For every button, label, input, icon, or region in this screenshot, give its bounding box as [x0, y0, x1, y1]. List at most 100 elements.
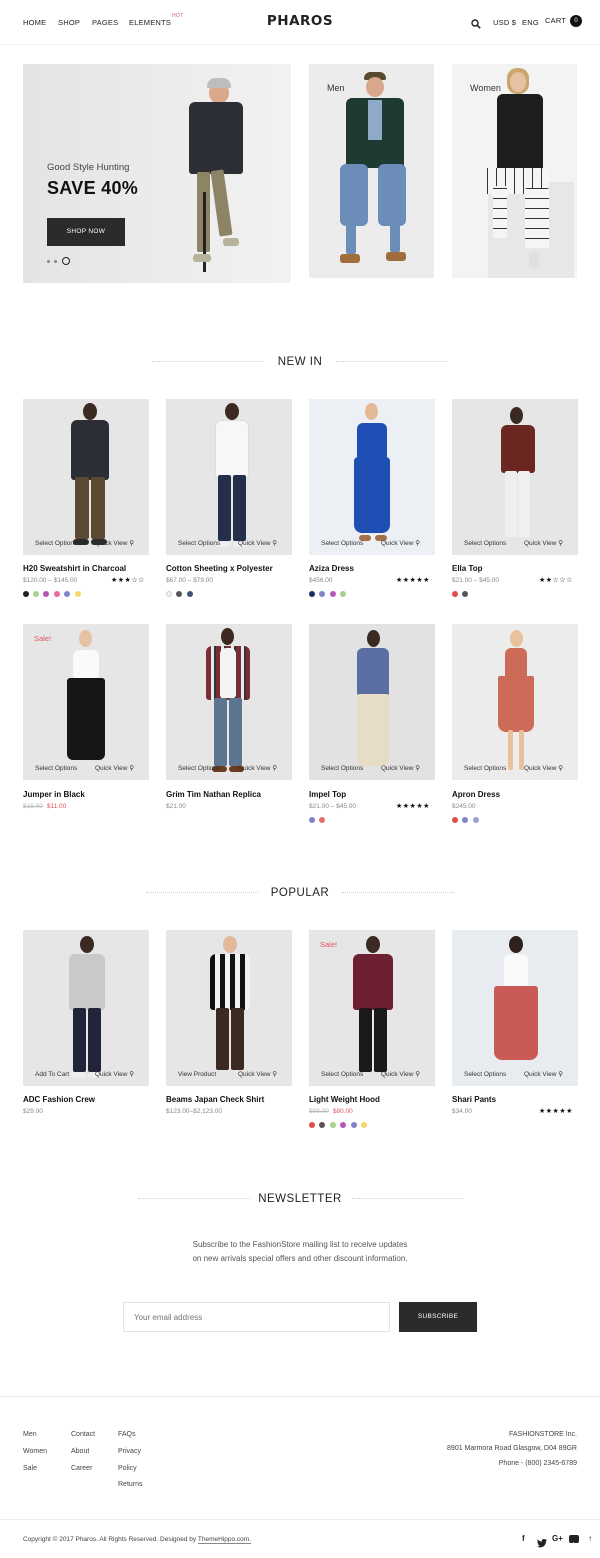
- quick-view-button[interactable]: Quick View ⚲: [381, 1070, 420, 1078]
- color-swatch[interactable]: [319, 817, 325, 823]
- product-name[interactable]: Impel Top: [309, 790, 346, 799]
- footer-link-returns[interactable]: Returns: [118, 1481, 143, 1488]
- color-swatch[interactable]: [351, 1122, 357, 1128]
- back-to-top-icon[interactable]: ↑: [588, 1534, 592, 1543]
- color-swatch[interactable]: [43, 591, 49, 597]
- quick-view-button[interactable]: Quick View ⚲: [238, 1070, 277, 1078]
- color-swatch[interactable]: [64, 591, 70, 597]
- product-image-ella-top[interactable]: Select Options Quick View ⚲: [452, 399, 578, 555]
- product-name[interactable]: Light Weight Hood: [309, 1095, 380, 1104]
- product-image-impel-top[interactable]: Select Options Quick View ⚲: [309, 624, 435, 780]
- color-swatch[interactable]: [75, 591, 81, 597]
- select-options-button[interactable]: Select Options: [464, 1071, 506, 1078]
- color-swatch[interactable]: [309, 591, 315, 597]
- cart-link[interactable]: CART 0: [545, 15, 583, 27]
- footer-link-contact[interactable]: Contact: [71, 1431, 95, 1438]
- select-options-button[interactable]: Select Options: [321, 765, 363, 772]
- quick-view-button[interactable]: Quick View ⚲: [238, 764, 277, 772]
- product-name[interactable]: Cotton Sheeting x Polyester: [166, 564, 273, 573]
- product-name[interactable]: Apron Dress: [452, 790, 500, 799]
- add-to-cart-button[interactable]: Add To Cart: [35, 1071, 69, 1078]
- twitter-icon[interactable]: [537, 1535, 547, 1548]
- slider-dot-1[interactable]: [47, 260, 50, 263]
- product-name[interactable]: Grim Tim Nathan Replica: [166, 790, 261, 799]
- quick-view-button[interactable]: Quick View ⚲: [95, 764, 134, 772]
- search-icon[interactable]: [471, 16, 481, 29]
- quick-view-button[interactable]: Quick View ⚲: [238, 539, 277, 547]
- color-swatch[interactable]: [462, 817, 468, 823]
- quick-view-button[interactable]: Quick View ⚲: [95, 1070, 134, 1078]
- language-select[interactable]: ENG: [522, 18, 539, 27]
- color-swatch[interactable]: [473, 817, 479, 823]
- color-swatch[interactable]: [330, 1122, 336, 1128]
- color-swatch[interactable]: [452, 817, 458, 823]
- select-options-button[interactable]: Select Options: [35, 765, 77, 772]
- color-swatch[interactable]: [33, 591, 39, 597]
- color-swatch[interactable]: [309, 1122, 315, 1128]
- footer-link-sale[interactable]: Sale: [23, 1465, 37, 1472]
- product-image-jumper-in-black[interactable]: Sale! Select Options Quick View ⚲: [23, 624, 149, 780]
- color-swatch[interactable]: [166, 591, 172, 597]
- select-options-button[interactable]: Select Options: [464, 540, 506, 547]
- quick-view-button[interactable]: Quick View ⚲: [95, 539, 134, 547]
- men-banner[interactable]: Men: [309, 64, 434, 278]
- color-swatch[interactable]: [330, 591, 336, 597]
- footer-link-about[interactable]: About: [71, 1448, 89, 1455]
- select-options-button[interactable]: Select Options: [321, 1071, 363, 1078]
- currency-select[interactable]: USD $: [493, 18, 516, 27]
- slider-dot-3-active[interactable]: [62, 257, 70, 265]
- women-banner[interactable]: Women: [452, 64, 577, 278]
- select-options-button[interactable]: Select Options: [464, 765, 506, 772]
- designer-link[interactable]: ThemeHippo.com.: [197, 1536, 251, 1544]
- quick-view-button[interactable]: Quick View ⚲: [524, 1070, 563, 1078]
- color-swatch[interactable]: [187, 591, 193, 597]
- product-image-aziza-dress[interactable]: Select Options Quick View ⚲: [309, 399, 435, 555]
- color-swatch[interactable]: [340, 1122, 346, 1128]
- hero-banner[interactable]: Good Style Hunting SAVE 40% SHOP NOW: [23, 64, 291, 283]
- google-plus-icon[interactable]: G+: [552, 1534, 563, 1543]
- shop-now-button[interactable]: SHOP NOW: [47, 218, 125, 246]
- slider-dot-2[interactable]: [54, 260, 57, 263]
- product-name[interactable]: Shari Pants: [452, 1095, 496, 1104]
- footer-link-faqs[interactable]: FAQs: [118, 1431, 136, 1438]
- product-name[interactable]: Jumper in Black: [23, 790, 85, 799]
- product-image-cotton-sheeting[interactable]: Select Options Quick View ⚲: [166, 399, 292, 555]
- footer-link-women[interactable]: Women: [23, 1448, 47, 1455]
- quick-view-button[interactable]: Quick View ⚲: [381, 764, 420, 772]
- product-image-adc-fashion-crew[interactable]: Add To Cart Quick View ⚲: [23, 930, 149, 1086]
- product-name[interactable]: H20 Sweatshirt in Charcoal: [23, 564, 126, 573]
- color-swatch[interactable]: [54, 591, 60, 597]
- quick-view-button[interactable]: Quick View ⚲: [381, 539, 420, 547]
- product-image-shari-pants[interactable]: Select Options Quick View ⚲: [452, 930, 578, 1086]
- color-swatch[interactable]: [319, 1122, 325, 1128]
- product-name[interactable]: Beams Japan Check Shirt: [166, 1095, 264, 1104]
- quick-view-button[interactable]: Quick View ⚲: [524, 764, 563, 772]
- view-product-button[interactable]: View Product: [178, 1071, 216, 1078]
- facebook-icon[interactable]: f: [522, 1534, 525, 1543]
- quick-view-button[interactable]: Quick View ⚲: [524, 539, 563, 547]
- select-options-button[interactable]: Select Options: [35, 540, 77, 547]
- product-image-light-weight-hood[interactable]: Sale! Select Options Quick View ⚲: [309, 930, 435, 1086]
- footer-link-career[interactable]: Career: [71, 1465, 92, 1472]
- youtube-icon[interactable]: [569, 1535, 579, 1546]
- color-swatch[interactable]: [462, 591, 468, 597]
- select-options-button[interactable]: Select Options: [178, 765, 220, 772]
- color-swatch[interactable]: [452, 591, 458, 597]
- footer-link-men[interactable]: Men: [23, 1431, 37, 1438]
- footer-link-privacy[interactable]: Privacy: [118, 1448, 141, 1455]
- product-name[interactable]: ADC Fashion Crew: [23, 1095, 95, 1104]
- footer-link-policy[interactable]: Policy: [118, 1465, 137, 1472]
- product-image-h20-sweatshirt[interactable]: Select Options Quick View ⚲: [23, 399, 149, 555]
- color-swatch[interactable]: [309, 817, 315, 823]
- color-swatch[interactable]: [176, 591, 182, 597]
- email-input[interactable]: [123, 1302, 390, 1332]
- color-swatch[interactable]: [319, 591, 325, 597]
- color-swatch[interactable]: [340, 591, 346, 597]
- product-image-grim-tim[interactable]: Select Options Quick View ⚲: [166, 624, 292, 780]
- product-name[interactable]: Aziza Dress: [309, 564, 354, 573]
- color-swatch[interactable]: [361, 1122, 367, 1128]
- product-image-apron-dress[interactable]: Select Options Quick View ⚲: [452, 624, 578, 780]
- product-name[interactable]: Ella Top: [452, 564, 483, 573]
- color-swatch[interactable]: [23, 591, 29, 597]
- product-image-beams-japan-shirt[interactable]: View Product Quick View ⚲: [166, 930, 292, 1086]
